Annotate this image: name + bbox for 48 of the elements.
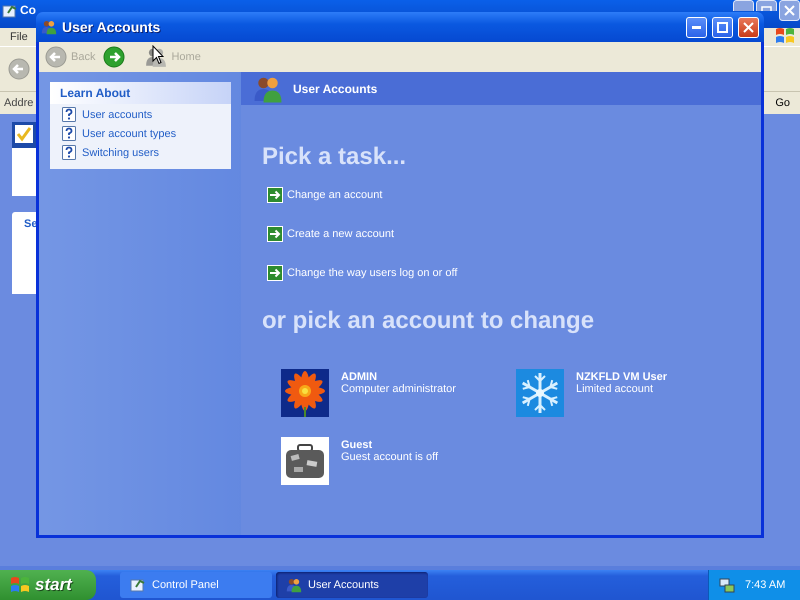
control-panel-icon: [130, 577, 146, 593]
windows-logo-icon: [10, 575, 30, 595]
section-heading: Pick a task...: [262, 143, 408, 171]
window-title: Co: [20, 3, 36, 17]
close-icon: [743, 22, 754, 32]
windows-logo-icon: [776, 28, 794, 43]
header-title: User Accounts: [293, 82, 378, 96]
mouse-cursor-icon: [152, 45, 164, 65]
account-type: Computer administrator: [341, 383, 456, 395]
account-type: Guest account is off: [341, 451, 438, 463]
minimize-button[interactable]: [686, 16, 707, 38]
minimize-icon[interactable]: [733, 0, 754, 11]
maximize-icon: [717, 22, 728, 32]
help-link[interactable]: User account types: [50, 123, 231, 142]
back-icon: [8, 58, 30, 80]
account-name[interactable]: Guest: [341, 439, 438, 451]
help-icon: [62, 107, 76, 122]
help-link[interactable]: Switching users: [50, 142, 231, 161]
close-icon[interactable]: [779, 0, 800, 21]
task-link[interactable]: Change an account: [267, 187, 761, 203]
start-button[interactable]: start: [0, 570, 96, 600]
account-name[interactable]: NZKFLD VM User: [576, 371, 668, 383]
close-button[interactable]: [738, 16, 759, 38]
users-icon: [286, 577, 302, 593]
help-icon: [62, 145, 76, 160]
help-link[interactable]: User accounts: [50, 104, 231, 123]
minimize-icon: [692, 26, 701, 28]
clock: 7:43 AM: [745, 579, 786, 591]
users-icon: [41, 19, 57, 35]
taskbar-button[interactable]: User Accounts: [276, 572, 428, 598]
forward-button[interactable]: [103, 46, 126, 68]
network-icon: [719, 577, 735, 593]
back-icon: [45, 46, 67, 68]
address-label: Addre: [4, 97, 34, 109]
help-icon: [62, 126, 76, 141]
panel-title: Learn About: [50, 82, 231, 104]
forward-icon: [103, 46, 126, 68]
account-name[interactable]: ADMIN: [341, 371, 456, 383]
restore-icon[interactable]: [756, 0, 777, 11]
task-link[interactable]: Create a new account: [267, 226, 761, 242]
task-link[interactable]: Change the way users log on or off: [267, 265, 761, 281]
account-type: Limited account: [576, 383, 654, 395]
section-heading: or pick an account to change: [262, 307, 596, 335]
maximize-button[interactable]: [712, 16, 733, 38]
window-title: User Accounts: [62, 19, 162, 35]
menu-item[interactable]: File: [10, 31, 28, 43]
taskbar-button[interactable]: Control Panel: [120, 572, 272, 598]
folder-icon: [2, 3, 18, 19]
